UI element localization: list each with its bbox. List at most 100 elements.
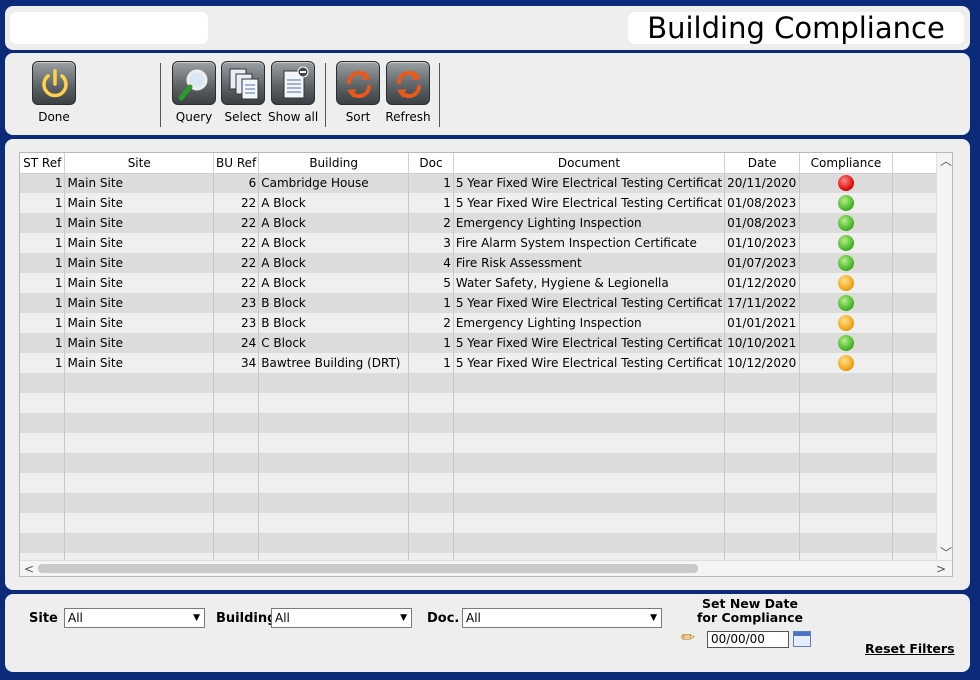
cell-st-ref: 1 <box>20 173 66 193</box>
doc-filter-select[interactable]: All ▼ <box>462 608 662 628</box>
power-icon <box>32 61 76 105</box>
empty-table-row[interactable] <box>20 393 952 413</box>
scroll-left-icon[interactable]: < <box>24 561 34 576</box>
cell-compliance <box>799 453 893 473</box>
toolbar-divider <box>325 63 326 127</box>
cell-building <box>258 533 410 553</box>
cell-date: 01/01/2021 <box>724 313 801 333</box>
table-row[interactable]: 1 Main Site 22 A Block 3 Fire Alarm System In… <box>20 233 952 253</box>
cell-document: 5 Year Fixed Wire Electrical Testing Cer… <box>453 293 726 313</box>
cell-site <box>64 533 214 553</box>
query-label: Query <box>175 110 213 124</box>
col-header-st-ref[interactable]: ST Ref <box>20 153 66 174</box>
sort-button[interactable]: Sort <box>333 61 383 124</box>
cell-site <box>64 393 214 413</box>
header-blank-field <box>10 12 208 44</box>
show-all-button[interactable]: Show all <box>268 61 318 124</box>
calendar-icon[interactable] <box>793 631 811 647</box>
empty-table-row[interactable] <box>20 453 952 473</box>
cell-date: 10/12/2020 <box>724 353 801 373</box>
cell-bu-ref <box>213 413 260 433</box>
query-button[interactable]: Query <box>169 61 219 124</box>
select-button[interactable]: Select <box>218 61 268 124</box>
cell-st-ref <box>20 453 66 473</box>
cell-bu-ref: 22 <box>213 213 260 233</box>
table-body: 1 Main Site 6 Cambridge House 1 5 Year Fixed … <box>20 173 952 573</box>
table-row[interactable]: 1 Main Site 22 A Block 2 Emergency Lighting I… <box>20 213 952 233</box>
scroll-thumb[interactable] <box>38 564 698 573</box>
empty-table-row[interactable] <box>20 473 952 493</box>
col-header-date[interactable]: Date <box>724 153 801 174</box>
cell-doc: 2 <box>408 313 454 333</box>
pencil-icon[interactable]: ✏ <box>681 628 695 648</box>
refresh-button[interactable]: Refresh <box>383 61 433 124</box>
col-header-bu-ref[interactable]: BU Ref <box>213 153 260 174</box>
table-row[interactable]: 1 Main Site 23 B Block 1 5 Year Fixed Wire El… <box>20 293 952 313</box>
cell-document <box>453 393 726 413</box>
cell-site: Main Site <box>64 293 214 313</box>
empty-table-row[interactable] <box>20 413 952 433</box>
cell-bu-ref <box>213 493 260 513</box>
scroll-right-icon[interactable]: > <box>936 561 946 576</box>
cell-compliance <box>799 373 893 393</box>
chevron-down-icon: ▼ <box>650 613 657 623</box>
cell-bu-ref: 22 <box>213 253 260 273</box>
empty-table-row[interactable] <box>20 533 952 553</box>
cell-doc <box>408 513 454 533</box>
cell-document <box>453 413 726 433</box>
done-label: Done <box>38 110 70 124</box>
table-row[interactable]: 1 Main Site 23 B Block 2 Emergency Lighting I… <box>20 313 952 333</box>
site-filter-select[interactable]: All ▼ <box>64 608 205 628</box>
cell-date: 01/08/2023 <box>724 213 801 233</box>
building-filter-label: Building <box>216 611 277 626</box>
vertical-scrollbar[interactable]: ︿ ﹀ <box>936 153 952 561</box>
cell-bu-ref: 6 <box>213 173 260 193</box>
cell-compliance <box>799 433 893 453</box>
col-header-document[interactable]: Document <box>453 153 726 174</box>
cell-compliance <box>799 173 893 193</box>
cell-date: 01/12/2020 <box>724 273 801 293</box>
cell-site: Main Site <box>64 253 214 273</box>
cell-compliance <box>799 333 893 353</box>
table-row[interactable]: 1 Main Site 22 A Block 4 Fire Risk Assessment… <box>20 253 952 273</box>
cell-document: Fire Risk Assessment <box>453 253 726 273</box>
scroll-down-icon[interactable]: ﹀ <box>940 545 952 561</box>
table-row[interactable]: 1 Main Site 34 Bawtree Building (DRT) 1 5 Yea… <box>20 353 952 373</box>
table-row[interactable]: 1 Main Site 6 Cambridge House 1 5 Year Fixed … <box>20 173 952 193</box>
cell-building: A Block <box>258 233 410 253</box>
status-red-icon <box>837 175 854 192</box>
cell-st-ref: 1 <box>20 333 66 353</box>
col-header-doc[interactable]: Doc <box>408 153 454 174</box>
cell-building <box>258 433 410 453</box>
empty-table-row[interactable] <box>20 373 952 393</box>
scroll-up-icon[interactable]: ︿ <box>940 153 952 169</box>
cell-site <box>64 413 214 433</box>
empty-table-row[interactable] <box>20 493 952 513</box>
empty-table-row[interactable] <box>20 513 952 533</box>
col-header-site[interactable]: Site <box>64 153 214 174</box>
chevron-down-icon: ▼ <box>193 613 200 623</box>
reset-filters-link[interactable]: Reset Filters <box>865 641 955 656</box>
done-button[interactable]: Done <box>29 61 79 124</box>
horizontal-scrollbar[interactable]: < > <box>20 560 952 576</box>
cell-doc: 1 <box>408 193 454 213</box>
cell-building: A Block <box>258 273 410 293</box>
cell-bu-ref: 22 <box>213 193 260 213</box>
cell-site: Main Site <box>64 273 214 293</box>
table-row[interactable]: 1 Main Site 22 A Block 5 Water Safety, Hygien… <box>20 273 952 293</box>
cell-building: Cambridge House <box>258 173 410 193</box>
cell-building <box>258 513 410 533</box>
table-row[interactable]: 1 Main Site 22 A Block 1 5 Year Fixed Wire El… <box>20 193 952 213</box>
cell-bu-ref <box>213 393 260 413</box>
cell-compliance <box>799 213 893 233</box>
cell-building <box>258 413 410 433</box>
cell-bu-ref <box>213 533 260 553</box>
table-row[interactable]: 1 Main Site 24 C Block 1 5 Year Fixed Wire El… <box>20 333 952 353</box>
building-filter-select[interactable]: All ▼ <box>271 608 412 628</box>
col-header-building[interactable]: Building <box>258 153 410 174</box>
cell-document: Water Safety, Hygiene & Legionella <box>453 273 726 293</box>
select-label: Select <box>224 110 262 124</box>
compliance-date-input[interactable]: 00/00/00 <box>707 631 789 648</box>
empty-table-row[interactable] <box>20 433 952 453</box>
col-header-compliance[interactable]: Compliance <box>799 153 893 174</box>
